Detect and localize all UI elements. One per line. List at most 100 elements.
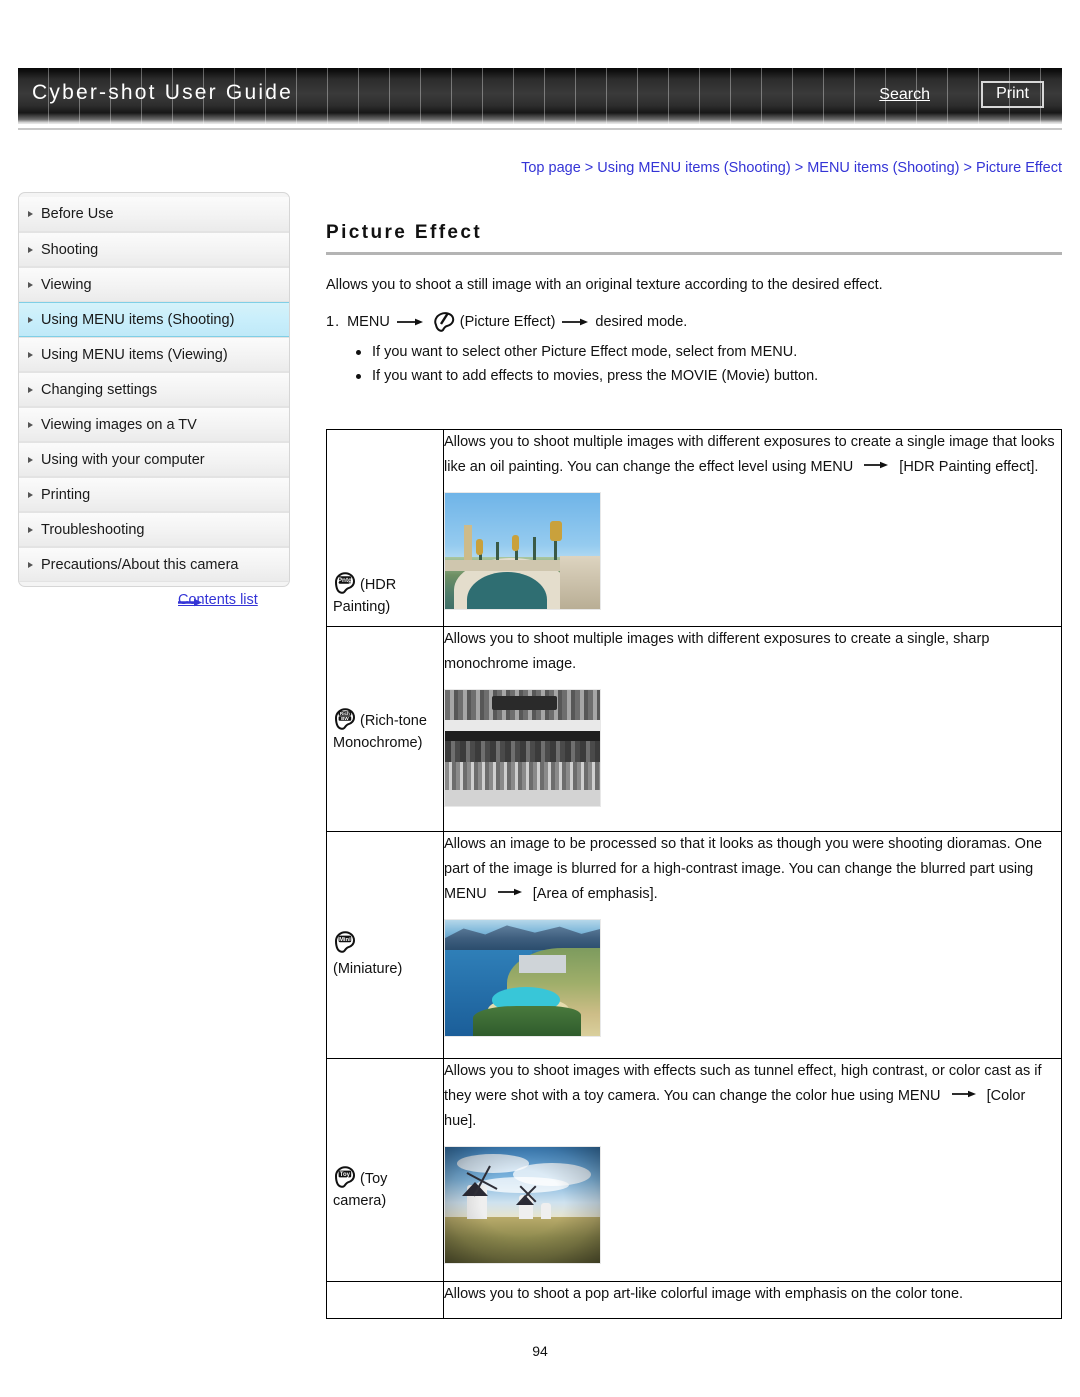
site-title: Cyber-shot User Guide	[32, 81, 293, 104]
arrow-right-icon	[562, 317, 589, 327]
caret-right-icon	[28, 246, 33, 253]
sidebar-item-label: Viewing images on a TV	[41, 417, 197, 433]
page-number: 94	[532, 1343, 548, 1359]
effect-description-cell: Allows you to shoot images with effects …	[443, 1058, 1062, 1282]
desc-line: MENU	[897, 1088, 941, 1104]
effect-label-text: (Miniature)	[333, 961, 403, 977]
desc-line: [Area of emphasis].	[532, 886, 658, 902]
effect-description-cell: Allows an image to be processed so that …	[443, 831, 1062, 1059]
contents-list-link[interactable]: Contents list	[178, 592, 258, 608]
sidebar-item-label: Printing	[41, 487, 91, 503]
list-item: If you want to add effects to movies, pr…	[356, 365, 1062, 387]
step-picture-effect-label: (Picture Effect)	[459, 314, 556, 330]
sidebar-item-label: Before Use	[41, 206, 114, 222]
sidebar-item-printing[interactable]: Printing	[19, 477, 289, 512]
step-desired-mode-label: desired mode.	[595, 314, 688, 330]
picture-effect-icon	[432, 309, 458, 335]
desc-line: Allows you to shoot images with effects …	[444, 1063, 981, 1079]
effect-description: Allows you to shoot multiple images with…	[444, 430, 1061, 480]
page-title: Picture Effect	[326, 222, 483, 243]
effect-icon-cell: Pntg (HDR Painting)	[326, 429, 444, 627]
miniature-badge-icon: Mini	[333, 930, 357, 954]
sidebar-item-precautions-about-this-camera[interactable]: Precautions/About this camera	[19, 547, 289, 582]
sidebar-item-using-menu-items-shooting[interactable]: Using MENU items (Shooting)	[19, 302, 289, 337]
page-header: Cyber-shot User Guide Search Print	[18, 68, 1062, 130]
windmills-photo	[444, 1146, 601, 1264]
caret-right-icon	[28, 561, 33, 568]
caret-right-icon	[28, 526, 33, 533]
picture-effect-table: Pntg (HDR Painting) Allows you to shoot …	[326, 429, 1062, 1319]
header-divider	[18, 128, 1062, 130]
sidebar-item-label: Using MENU items (Viewing)	[41, 347, 228, 363]
caret-right-icon	[28, 316, 33, 323]
effect-icon-cell	[326, 1281, 444, 1319]
arrow-right-icon	[497, 887, 522, 897]
svg-text:Pntg: Pntg	[338, 577, 352, 584]
sidebar-item-before-use[interactable]: Before Use	[19, 197, 289, 232]
sidebar-item-label: Using with your computer	[41, 452, 205, 468]
sidebar-item-label: Troubleshooting	[41, 522, 145, 538]
print-button[interactable]: Print	[981, 81, 1044, 108]
arrow-right-icon	[396, 317, 423, 327]
sidebar-item-viewing-images-on-a-tv[interactable]: Viewing images on a TV	[19, 407, 289, 442]
desc-line: Allows an image to be processed so that …	[444, 836, 943, 852]
desc-line: monochrome image.	[444, 656, 577, 672]
arrow-right-icon	[951, 1089, 976, 1099]
step-1: 1. MENU (Picture Effect) desired mode.	[326, 309, 1062, 335]
title-divider	[326, 252, 1062, 255]
effect-icon-cell: Toy (Toy camera)	[326, 1058, 444, 1282]
sidebar-item-using-with-your-computer[interactable]: Using with your computer	[19, 442, 289, 477]
sidebar-item-label: Shooting	[41, 242, 99, 258]
sidebar-item-using-menu-items-viewing[interactable]: Using MENU items (Viewing)	[19, 337, 289, 372]
desc-line: Allows you to shoot multiple images with…	[444, 434, 989, 450]
effect-name: Pntg (HDR Painting)	[333, 571, 438, 618]
effect-name: Toy (Toy camera)	[333, 1165, 438, 1212]
search-link[interactable]: Search	[879, 86, 930, 104]
main-content: Picture Effect Allows you to shoot a sti…	[326, 222, 1062, 389]
monochrome-storefront-photo	[444, 689, 601, 807]
caret-right-icon	[28, 211, 33, 217]
bridge-photo	[444, 492, 601, 610]
sidebar-item-troubleshooting[interactable]: Troubleshooting	[19, 512, 289, 547]
caret-right-icon	[28, 351, 33, 358]
table-row: Rich BW (Rich-tone Monochrome) Allows yo…	[326, 626, 1062, 832]
effect-name: Rich BW (Rich-tone Monochrome)	[333, 707, 438, 754]
svg-text:Mini: Mini	[339, 937, 351, 943]
effect-description: Allows you to shoot images with effects …	[444, 1059, 1061, 1134]
list-item: If you want to select other Picture Effe…	[356, 341, 1062, 363]
caret-right-icon	[28, 421, 33, 428]
caret-right-icon	[28, 456, 33, 463]
sidebar-item-changing-settings[interactable]: Changing settings	[19, 372, 289, 407]
caret-right-icon	[28, 386, 33, 393]
effect-name: Mini (Miniature)	[333, 930, 438, 980]
breadcrumb[interactable]: Top page > Using MENU items (Shooting) >…	[521, 160, 1062, 176]
effect-description-cell: Allows you to shoot a pop art-like color…	[443, 1281, 1062, 1319]
arrow-right-icon	[864, 460, 889, 470]
sidebar-item-label: Viewing	[41, 277, 92, 293]
desc-line: [HDR Painting effect].	[899, 459, 1039, 475]
rich-tone-monochrome-badge-icon: Rich BW	[333, 707, 357, 731]
toy-camera-badge-icon: Toy	[333, 1165, 357, 1189]
effect-description-cell: Allows you to shoot multiple images with…	[443, 626, 1062, 832]
caret-right-icon	[28, 281, 33, 288]
intro-text: Allows you to shoot a still image with a…	[326, 277, 883, 293]
coastline-photo	[444, 919, 601, 1037]
table-row: Allows you to shoot a pop art-like color…	[326, 1281, 1062, 1319]
sidebar-item-shooting[interactable]: Shooting	[19, 232, 289, 267]
effect-description: Allows an image to be processed so that …	[444, 832, 1061, 907]
effect-description: Allows you to shoot multiple images with…	[444, 627, 1061, 677]
effect-icon-cell: Rich BW (Rich-tone Monochrome)	[326, 626, 444, 832]
hdr-painting-badge-icon: Pntg	[333, 571, 357, 595]
step-number: 1.	[326, 314, 341, 330]
header-bar: Cyber-shot User Guide Search Print	[18, 68, 1062, 124]
sidebar-item-viewing[interactable]: Viewing	[19, 267, 289, 302]
svg-text:BW: BW	[341, 716, 349, 721]
table-row: Mini (Miniature) Allows an image to be p…	[326, 831, 1062, 1059]
desc-line: Allows you to shoot multiple images with…	[444, 631, 990, 647]
table-row: Toy (Toy camera) Allows you to shoot ima…	[326, 1058, 1062, 1282]
svg-text:Toy: Toy	[340, 1172, 351, 1178]
caret-right-icon	[28, 491, 33, 498]
step-notes-list: If you want to select other Picture Effe…	[326, 341, 1062, 387]
sidebar-item-label: Changing settings	[41, 382, 158, 398]
effect-description: Allows you to shoot a pop art-like color…	[444, 1286, 964, 1302]
